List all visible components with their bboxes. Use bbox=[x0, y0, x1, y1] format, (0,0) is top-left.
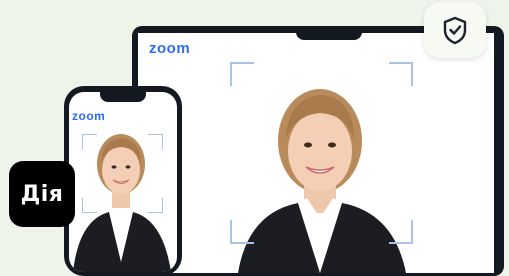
face-frame-corner bbox=[230, 220, 254, 244]
security-shield-badge bbox=[424, 2, 486, 58]
face-frame-corner bbox=[82, 134, 97, 149]
shield-check-icon bbox=[443, 16, 467, 45]
diia-app-badge: Дія bbox=[9, 161, 75, 227]
laptop-screen bbox=[138, 33, 494, 273]
face-frame-corner bbox=[389, 220, 413, 244]
face-frame-corner bbox=[230, 62, 254, 86]
face-frame-corner bbox=[82, 198, 97, 213]
face-frame-corner bbox=[389, 62, 413, 86]
laptop-camera-notch bbox=[296, 26, 362, 40]
zoom-logo-phone: zoom bbox=[72, 109, 106, 123]
phone-dynamic-island bbox=[100, 90, 146, 102]
zoom-logo-laptop: zoom bbox=[149, 40, 191, 57]
face-frame-corner bbox=[148, 134, 163, 149]
woman-portrait-large bbox=[238, 89, 406, 273]
face-frame-corner bbox=[148, 198, 163, 213]
